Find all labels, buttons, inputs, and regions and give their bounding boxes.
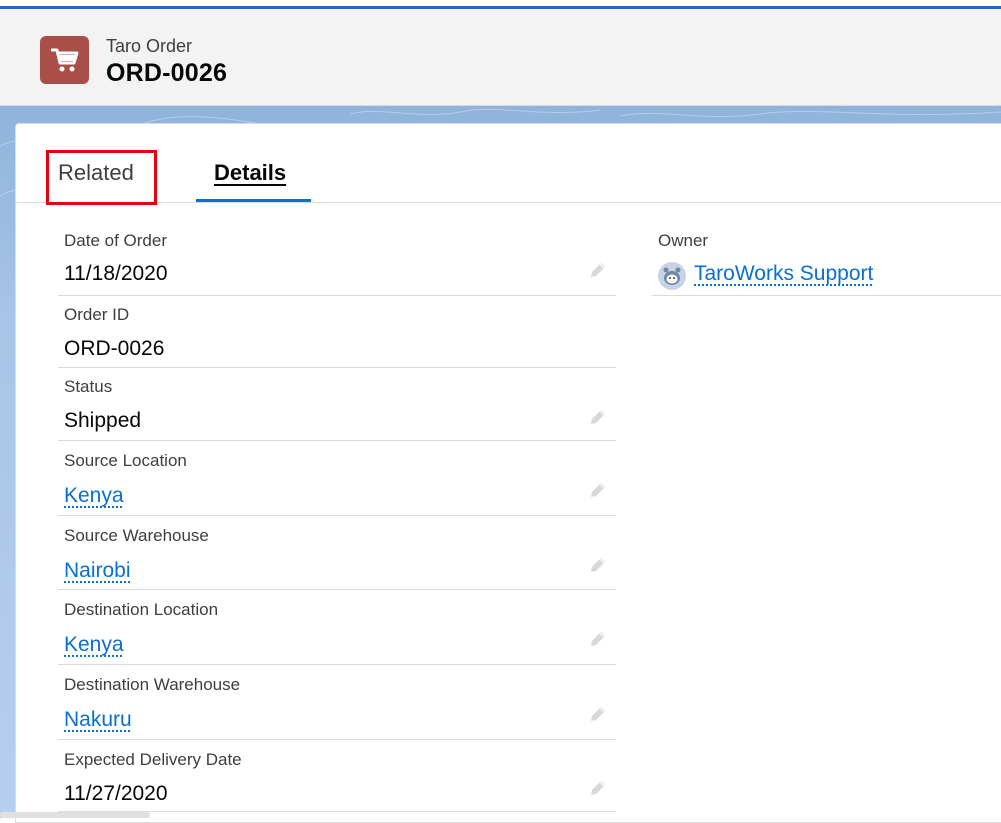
field-source-location: Source Location Kenya [58, 441, 616, 516]
field-date-of-order: Date of Order 11/18/2020 [58, 226, 616, 296]
pencil-icon[interactable] [588, 260, 608, 280]
tab-bar: Related Details [15, 123, 1001, 203]
tab-related[interactable]: Related [58, 160, 134, 186]
field-destination-warehouse: Destination Warehouse Nakuru [58, 665, 616, 740]
horizontal-scrollbar[interactable] [0, 812, 150, 818]
destination-warehouse-link[interactable]: Nakuru [64, 708, 132, 732]
source-location-link[interactable]: Kenya [64, 484, 124, 508]
pencil-icon[interactable] [588, 704, 608, 724]
field-expected-delivery-date: Expected Delivery Date 11/27/2020 [58, 740, 616, 812]
field-label: Date of Order [64, 231, 167, 250]
pencil-icon[interactable] [588, 629, 608, 649]
field-status: Status Shipped [58, 368, 616, 441]
field-label: Order ID [64, 305, 130, 324]
object-type-label: Taro Order [106, 36, 193, 56]
field-label: Expected Delivery Date [64, 750, 242, 769]
field-order-id: Order ID ORD-0026 [58, 296, 616, 368]
field-label: Status [64, 377, 113, 396]
field-label: Owner [658, 231, 709, 250]
field-source-warehouse: Source Warehouse Nairobi [58, 516, 616, 590]
record-title: ORD-0026 [106, 59, 228, 87]
source-warehouse-link[interactable]: Nairobi [64, 559, 131, 583]
pencil-icon[interactable] [588, 407, 608, 427]
top-brand-bar [0, 0, 1001, 9]
field-label: Source Warehouse [64, 526, 209, 545]
field-destination-location: Destination Location Kenya [58, 590, 616, 665]
shopping-cart-icon [40, 36, 89, 84]
field-value: ORD-0026 [64, 337, 165, 360]
pencil-icon[interactable] [588, 555, 608, 575]
field-value: 11/18/2020 [64, 262, 168, 285]
record-header: Taro Order ORD-0026 [0, 9, 1001, 106]
field-label: Source Location [64, 451, 187, 470]
field-value: 11/27/2020 [64, 782, 168, 805]
pencil-icon[interactable] [588, 480, 608, 500]
field-owner: Owner TaroWorks Support [652, 226, 1001, 296]
owner-link[interactable]: TaroWorks Support [694, 262, 873, 286]
field-label: Destination Location [64, 600, 219, 619]
tab-details[interactable]: Details [214, 160, 286, 186]
pencil-icon[interactable] [588, 778, 608, 798]
active-tab-indicator [196, 199, 311, 202]
field-label: Destination Warehouse [64, 675, 241, 694]
user-avatar-icon[interactable] [658, 262, 686, 290]
field-value: Shipped [64, 409, 142, 432]
destination-location-link[interactable]: Kenya [64, 633, 124, 657]
